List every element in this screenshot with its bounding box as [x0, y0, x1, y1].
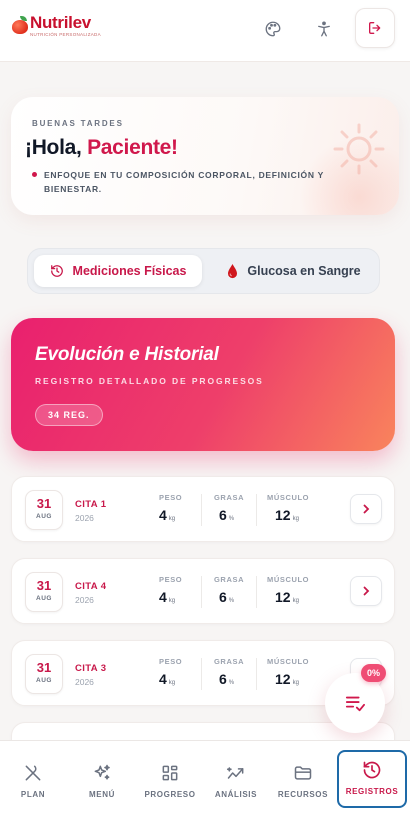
metric-grasa: GRASA 6%	[214, 657, 245, 687]
nav-label: PROGRESO	[144, 790, 196, 799]
nav-item-registros[interactable]: REGISTROS	[337, 750, 407, 808]
history-icon	[50, 265, 63, 277]
date-month: AUG	[36, 677, 52, 684]
hero-subtitle: REGISTRO DETALLADO DE PROGRESOS	[35, 376, 264, 386]
blood-drop-icon	[228, 263, 238, 278]
cita-label: CITA 4	[75, 581, 107, 592]
palette-icon[interactable]	[263, 19, 283, 39]
nav-item-menu[interactable]: MENÚ	[69, 753, 135, 811]
bullet-dot	[32, 172, 37, 177]
open-record-button[interactable]	[350, 576, 382, 606]
app-logo[interactable]: Nutrilev NUTRICIÓN PERSONALIZADA	[12, 14, 101, 38]
greeting-card: BUENAS TARDES ¡Hola, Paciente! ENFOQUE E…	[11, 97, 399, 215]
metric-musculo: MÚSCULO 12 kg	[267, 493, 310, 523]
accessibility-icon[interactable]	[314, 19, 334, 39]
list-check-icon	[345, 696, 365, 712]
folder-icon	[294, 766, 312, 780]
date-badge: 31 AUG	[25, 654, 63, 694]
hero-title: Evolución e Historial	[35, 344, 219, 365]
nav-label: REGISTROS	[345, 787, 399, 796]
sparkles-icon	[94, 764, 110, 780]
records-count-badge: 34 REG.	[35, 404, 103, 426]
grid-icon	[162, 765, 178, 781]
nav-label: PLAN	[20, 790, 46, 799]
tab-label: Glucosa en Sangre	[247, 264, 361, 278]
apple-logo-icon	[12, 16, 28, 34]
nav-label: MENÚ	[89, 790, 115, 799]
metric-peso: PESO 4 kg	[159, 657, 183, 687]
history-hero-card: Evolución e Historial REGISTRO DETALLADO…	[11, 318, 395, 451]
logo-tagline: NUTRICIÓN PERSONALIZADA	[30, 32, 101, 37]
nav-label: ANÁLISIS	[214, 790, 258, 799]
nav-label: RECURSOS	[277, 790, 329, 799]
cita-year: 2026	[75, 677, 94, 687]
logout-button[interactable]	[355, 8, 395, 48]
metric-musculo: MÚSCULO 12 kg	[267, 575, 310, 605]
date-day: 31	[36, 578, 52, 593]
open-record-button[interactable]	[350, 494, 382, 524]
date-day: 31	[36, 660, 52, 675]
tab-mediciones-fisicas[interactable]: Mediciones Físicas	[34, 255, 202, 287]
chevron-right-icon	[363, 504, 370, 514]
cita-year: 2026	[75, 513, 94, 523]
date-badge: 31 AUG	[25, 572, 63, 612]
cita-year: 2026	[75, 595, 94, 605]
nav-item-recursos[interactable]: RECURSOS	[270, 753, 336, 811]
greeting-title: ¡Hola, Paciente!	[25, 136, 178, 159]
progress-badge: 0%	[361, 664, 387, 682]
utensils-icon	[25, 765, 41, 781]
checklist-fab-button[interactable]	[325, 673, 385, 733]
date-day: 31	[36, 496, 52, 511]
nav-item-analisis[interactable]: ANÁLISIS	[203, 753, 269, 811]
metric-grasa: GRASA 6%	[214, 575, 245, 605]
metric-peso: PESO 4 kg	[159, 493, 183, 523]
date-badge: 31 AUG	[25, 490, 63, 530]
metric-musculo: MÚSCULO 12 kg	[267, 657, 310, 687]
date-month: AUG	[36, 513, 52, 520]
tab-label: Mediciones Físicas	[72, 264, 187, 278]
logo-name: Nutrilev	[30, 13, 91, 32]
bottom-navigation: PLAN MENÚ PROGRESO ANÁLISIS RECURSOS REG…	[0, 740, 410, 819]
logout-icon	[369, 22, 381, 34]
metric-grasa: GRASA 6%	[214, 493, 245, 523]
app-header: Nutrilev NUTRICIÓN PERSONALIZADA	[0, 0, 410, 62]
record-card[interactable]: 31 AUG CITA 4 2026 PESO 4 kg GRASA 6% MÚS…	[11, 558, 395, 624]
nav-item-progreso[interactable]: PROGRESO	[137, 753, 203, 811]
cita-label: CITA 1	[75, 499, 107, 510]
trend-icon	[226, 767, 244, 779]
date-month: AUG	[36, 595, 52, 602]
patient-name: Paciente!	[87, 136, 178, 159]
history-icon	[363, 761, 381, 779]
cita-label: CITA 3	[75, 663, 107, 674]
nav-item-plan[interactable]: PLAN	[0, 753, 66, 811]
greeting-time: BUENAS TARDES	[32, 119, 124, 128]
record-card[interactable]: 31 AUG CITA 1 2026 PESO 4 kg GRASA 6% MÚS…	[11, 476, 395, 542]
greeting-focus: ENFOQUE EN TU COMPOSICIÓN CORPORAL, DEFI…	[44, 170, 324, 194]
measurement-tabs: Mediciones Físicas Glucosa en Sangre	[27, 248, 380, 294]
metric-peso: PESO 4 kg	[159, 575, 183, 605]
chevron-right-icon	[363, 586, 370, 596]
tab-glucosa-en-sangre[interactable]: Glucosa en Sangre	[214, 255, 374, 287]
